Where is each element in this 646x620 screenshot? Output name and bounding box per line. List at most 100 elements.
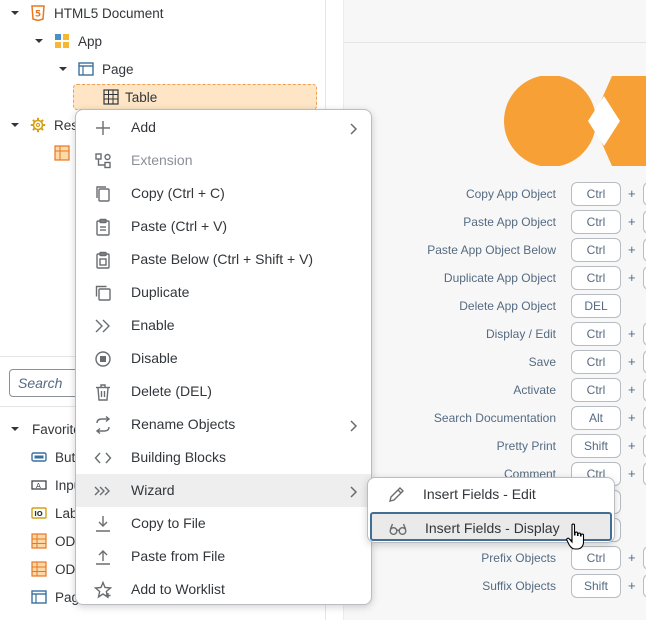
favorite-item-button[interactable]: Butt	[31, 444, 79, 470]
menu-item-label: Add	[131, 119, 156, 135]
page-icon	[78, 61, 94, 77]
menu-item-label: Enable	[131, 317, 175, 333]
label-icon: IO	[31, 505, 47, 521]
favorite-item-input[interactable]: A Inpu	[31, 472, 81, 498]
tree-node-page[interactable]: Page	[58, 56, 134, 82]
tree-node-app[interactable]: App	[34, 28, 102, 54]
menu-item-star[interactable]: Add to Worklist	[76, 573, 371, 604]
hand-cursor-icon	[566, 523, 585, 550]
menu-item-rename[interactable]: Rename Objects	[76, 408, 371, 441]
menu-item-code[interactable]: Building Blocks	[76, 441, 371, 474]
menu-item-copy[interactable]: Copy (Ctrl + C)	[76, 177, 371, 210]
shortcut-key: DEL	[571, 294, 621, 318]
submenu-item-label: Insert Fields - Edit	[423, 486, 536, 502]
menu-item-duplicate[interactable]: Duplicate	[76, 276, 371, 309]
shortcut-key: Shift	[571, 434, 621, 458]
shortcut-label: Paste App Object Below	[427, 243, 556, 257]
submenu-item-label: Insert Fields - Display	[425, 520, 560, 536]
shortcut-label: Pretty Print	[496, 439, 556, 453]
shortcut-key: Ctrl	[571, 378, 621, 402]
shortcut-plus: +	[628, 550, 636, 565]
shortcut-label: Duplicate App Object	[443, 271, 556, 285]
odata-icon	[31, 561, 47, 577]
submenu-item-pencil[interactable]: Insert Fields - Edit	[370, 480, 612, 509]
svg-text:5: 5	[35, 10, 41, 20]
logo-icon	[504, 76, 646, 166]
shortcut-plus: +	[628, 242, 636, 257]
context-menu: Add Extension Copy (Ctrl + C) Paste (Ctrl +…	[75, 109, 372, 605]
shortcut-label: Copy App Object	[465, 187, 556, 201]
shortcut-label: Paste App Object	[463, 215, 556, 229]
tree-node-label: Page	[102, 61, 134, 77]
favorite-item-label-control[interactable]: IO Lab	[31, 500, 78, 526]
tree-node-label: Table	[125, 89, 158, 105]
chevron-down-icon[interactable]	[10, 120, 20, 130]
menu-item-extension[interactable]: Extension	[76, 144, 371, 177]
shortcut-label: Save	[528, 355, 556, 369]
shortcut-plus: +	[628, 354, 636, 369]
shortcut-plus: +	[628, 578, 636, 593]
menu-item-disable[interactable]: Disable	[76, 342, 371, 375]
shortcut-key: Ctrl	[571, 322, 621, 346]
menu-item-plus[interactable]: Add	[76, 111, 371, 144]
menu-item-label: Disable	[131, 350, 178, 366]
shortcut-plus: +	[628, 382, 636, 397]
star-icon	[93, 580, 113, 599]
menu-item-enable[interactable]: Enable	[76, 309, 371, 342]
plus-icon	[94, 119, 112, 137]
shortcut-label: Activate	[513, 383, 556, 397]
menu-item-wizard[interactable]: Wizard	[76, 474, 371, 507]
shortcut-key: Alt	[571, 406, 621, 430]
code-icon	[94, 449, 112, 467]
menu-item-label: Paste Below (Ctrl + Shift + V)	[131, 251, 314, 267]
button-icon	[31, 449, 47, 465]
shortcut-plus: +	[628, 270, 636, 285]
gear-icon	[30, 117, 46, 133]
shortcut-plus: +	[628, 326, 636, 341]
menu-item-upload[interactable]: Paste from File	[76, 540, 371, 573]
favorites-header-label: Favorite	[32, 421, 81, 437]
table-icon	[103, 89, 119, 105]
menu-item-trash[interactable]: Delete (DEL)	[76, 375, 371, 408]
favorites-header[interactable]: Favorite	[10, 416, 81, 442]
chevron-down-icon[interactable]	[58, 64, 68, 74]
chevron-down-icon[interactable]	[10, 8, 20, 18]
disable-icon	[94, 350, 112, 368]
shortcut-key: Ctrl	[571, 210, 621, 234]
html5-icon: 5	[30, 5, 46, 21]
menu-item-label: Add to Worklist	[131, 581, 225, 597]
shortcut-label: Display / Edit	[485, 327, 556, 341]
tree-node-table[interactable]: Table	[73, 84, 317, 110]
upload-icon	[94, 548, 112, 566]
pencil-icon	[387, 486, 405, 504]
input-icon: A	[31, 477, 47, 493]
menu-item-paste[interactable]: Paste (Ctrl + V)	[76, 210, 371, 243]
odata-icon	[31, 533, 47, 549]
duplicate-icon	[94, 284, 112, 302]
menu-item-download[interactable]: Copy to File	[76, 507, 371, 540]
shortcut-label: Search Documentation	[433, 411, 556, 425]
wizard-icon	[94, 482, 112, 500]
chevron-down-icon[interactable]	[34, 36, 44, 46]
menu-item-paste-below[interactable]: Paste Below (Ctrl + Shift + V)	[76, 243, 371, 276]
shortcut-key: Ctrl	[571, 350, 621, 374]
chevron-down-icon[interactable]	[10, 424, 20, 434]
shortcut-label: Delete App Object	[459, 299, 556, 313]
rename-icon	[94, 415, 112, 435]
enable-icon	[94, 317, 112, 335]
tree-node-html5-document[interactable]: 5 HTML5 Document	[10, 0, 164, 26]
shortcut-key: Ctrl	[571, 238, 621, 262]
tree-node-label: HTML5 Document	[54, 5, 164, 21]
shortcut-plus: +	[628, 186, 636, 201]
odata-icon	[54, 145, 70, 161]
menu-item-label: Wizard	[131, 482, 175, 498]
divider	[344, 42, 646, 43]
trash-icon	[94, 383, 112, 401]
shortcut-plus: +	[628, 214, 636, 229]
favorite-item-page[interactable]: Pag	[31, 584, 79, 610]
chevron-right-icon	[349, 122, 359, 135]
tree-node-resources[interactable]: Res	[10, 112, 78, 138]
shortcut-key: Shift	[571, 574, 621, 598]
menu-item-label: Paste from File	[131, 548, 226, 564]
shortcut-plus: +	[628, 410, 636, 425]
